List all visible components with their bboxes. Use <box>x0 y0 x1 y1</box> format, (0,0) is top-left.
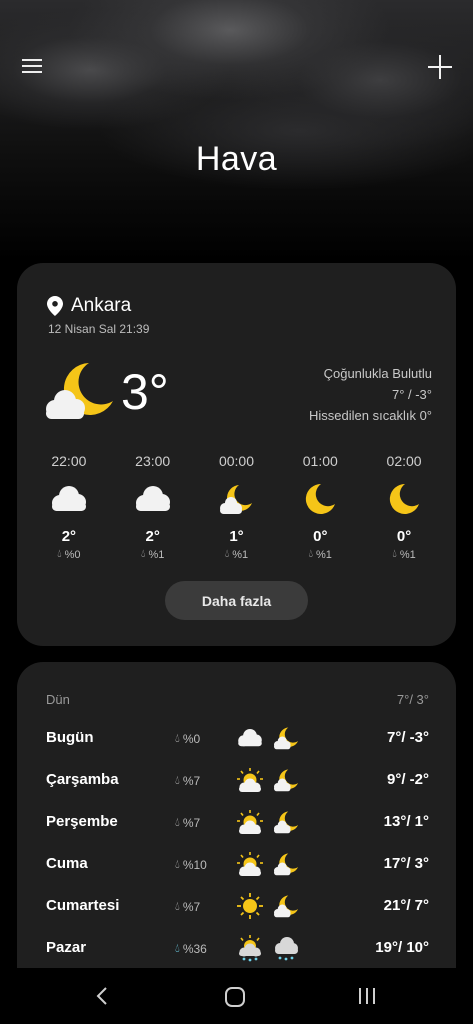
hour-item: 01:00 0° 💧︎ %1 <box>285 453 355 561</box>
hour-precip: 💧︎ %1 <box>308 548 332 561</box>
moon-cloud-icon <box>271 765 301 795</box>
hour-precip: 💧︎ %1 <box>392 548 416 561</box>
drop-icon: 💧︎ <box>392 548 397 560</box>
moon-cloud-icon <box>271 891 301 921</box>
app-title: Hava <box>195 140 278 178</box>
day-temps: 7°/ -3° <box>386 729 429 746</box>
hour-temp: 0° <box>396 528 412 545</box>
moon-cloud-icon <box>201 481 271 517</box>
moon-cloud-icon <box>271 807 301 837</box>
back-icon[interactable] <box>95 986 109 1011</box>
hour-item: 02:00 0° 💧︎ %1 <box>369 453 439 561</box>
day-precip: 💧︎ %36 <box>175 941 207 956</box>
day-precip: 💧︎ %7 <box>175 899 201 914</box>
system-nav-bar <box>0 968 473 1024</box>
hour-temp: 2° <box>145 528 160 545</box>
location-name: Ankara <box>71 295 132 316</box>
hour-time: 01:00 <box>302 453 338 469</box>
daily-row[interactable]: Perşembe 💧︎ %7 13°/ 1° <box>17 807 456 837</box>
current-weather-card[interactable]: Ankara 12 Nisan Sal 21:39 3° Çoğunlukla … <box>17 263 456 646</box>
moon-cloud-icon <box>271 849 301 879</box>
drop-icon: 💧︎ <box>175 941 180 955</box>
drop-icon: 💧︎ <box>175 899 180 913</box>
hour-time: 02:00 <box>386 453 422 469</box>
moon-cloud-icon <box>43 361 115 421</box>
hour-time: 22:00 <box>51 453 87 469</box>
high-low-text: 7° / -3° <box>391 387 432 402</box>
daily-forecast-card: Dün 7°/ 3° Bugün 💧︎ %0 7°/ -3° Çarşamba 💧… <box>17 662 456 968</box>
hourly-forecast: 22:00 2° 💧︎ %0 23:00 2° 💧︎ %1 00:00 1° 💧︎%… <box>17 453 456 561</box>
hour-time: 23:00 <box>135 453 171 469</box>
current-datetime: 12 Nisan Sal 21:39 <box>48 322 150 336</box>
hour-temp: 0° <box>313 528 328 545</box>
day-temps: 9°/ -2° <box>386 771 429 788</box>
feels-like-text: Hissedilen sıcaklık 0° <box>309 408 432 423</box>
day-name: Perşembe <box>46 813 118 830</box>
hour-item: 22:00 2° 💧︎ %0 <box>34 453 104 561</box>
yesterday-label: Dün <box>46 692 70 707</box>
daily-row[interactable]: Bugün 💧︎ %0 7°/ -3° <box>17 723 456 753</box>
hour-precip: 💧︎ %1 <box>224 548 249 561</box>
moon-icon <box>285 481 355 517</box>
hour-precip: 💧︎ %1 <box>141 548 165 561</box>
rain-cloud-icon <box>271 933 301 963</box>
current-temperature: 3° <box>121 364 169 420</box>
cloud-icon <box>235 723 265 753</box>
day-precip: 💧︎ %10 <box>175 857 207 872</box>
day-name: Cumartesi <box>46 897 120 914</box>
hour-time: 00:00 <box>218 453 254 469</box>
day-temps: 17°/ 3° <box>383 855 429 872</box>
sun-cloud-icon <box>235 849 265 879</box>
menu-icon[interactable] <box>22 56 42 76</box>
daily-row[interactable]: Cumartesi 💧︎ %7 21°/ 7° <box>17 891 456 921</box>
drop-icon: 💧︎ <box>57 548 62 560</box>
sun-cloud-icon <box>235 807 265 837</box>
daily-row[interactable]: Pazar 💧︎ %36 19°/ 10° <box>17 933 456 963</box>
daily-row[interactable]: Cuma 💧︎ %10 17°/ 3° <box>17 849 456 879</box>
day-precip: 💧︎ %0 <box>175 731 201 746</box>
day-name: Pazar <box>46 939 87 956</box>
hour-item: 00:00 1° 💧︎ %1 <box>201 453 271 561</box>
cloud-icon <box>118 481 188 517</box>
sun-cloud-icon <box>235 765 265 795</box>
day-name: Bugün <box>46 729 94 746</box>
hour-temp: 1° <box>229 528 244 545</box>
yesterday-temps: 7°/ 3° <box>396 692 429 707</box>
condition-block: Çoğunlukla Bulutlu 7° / -3° Hissedilen s… <box>309 363 432 426</box>
day-temps: 13°/ 1° <box>383 813 429 830</box>
recents-icon[interactable] <box>357 986 377 1011</box>
hour-item: 23:00 2° 💧︎ %1 <box>118 453 188 561</box>
day-precip: 💧︎ %7 <box>175 773 201 788</box>
day-temps: 21°/ 7° <box>383 897 429 914</box>
drop-icon: 💧︎ <box>308 548 314 560</box>
location-pin-icon <box>47 296 63 316</box>
drop-icon: 💧︎ <box>224 548 230 560</box>
sun-rain-icon <box>235 933 265 963</box>
moon-icon <box>369 481 439 517</box>
hour-temp: 2° <box>61 528 77 545</box>
day-temps: 19°/ 10° <box>375 939 429 956</box>
day-name: Çarşamba <box>46 771 119 788</box>
drop-icon: 💧︎ <box>175 815 180 829</box>
hour-precip: 💧︎ %0 <box>57 548 81 561</box>
sky-background <box>0 0 473 260</box>
more-button[interactable]: Daha fazla <box>165 581 308 620</box>
add-location-icon[interactable] <box>428 55 452 79</box>
cloud-icon <box>34 481 104 517</box>
day-name: Cuma <box>46 855 88 872</box>
drop-icon: 💧︎ <box>141 548 146 560</box>
daily-row[interactable]: Çarşamba 💧︎ %7 9°/ -2° <box>17 765 456 795</box>
moon-cloud-icon <box>271 723 301 753</box>
sun-icon <box>235 891 265 921</box>
location: Ankara <box>47 295 131 317</box>
home-icon[interactable] <box>224 986 246 1013</box>
drop-icon: 💧︎ <box>175 857 180 871</box>
day-precip: 💧︎ %7 <box>175 815 201 830</box>
drop-icon: 💧︎ <box>175 731 180 745</box>
condition-text: Çoğunlukla Bulutlu <box>323 366 432 381</box>
drop-icon: 💧︎ <box>175 773 180 787</box>
